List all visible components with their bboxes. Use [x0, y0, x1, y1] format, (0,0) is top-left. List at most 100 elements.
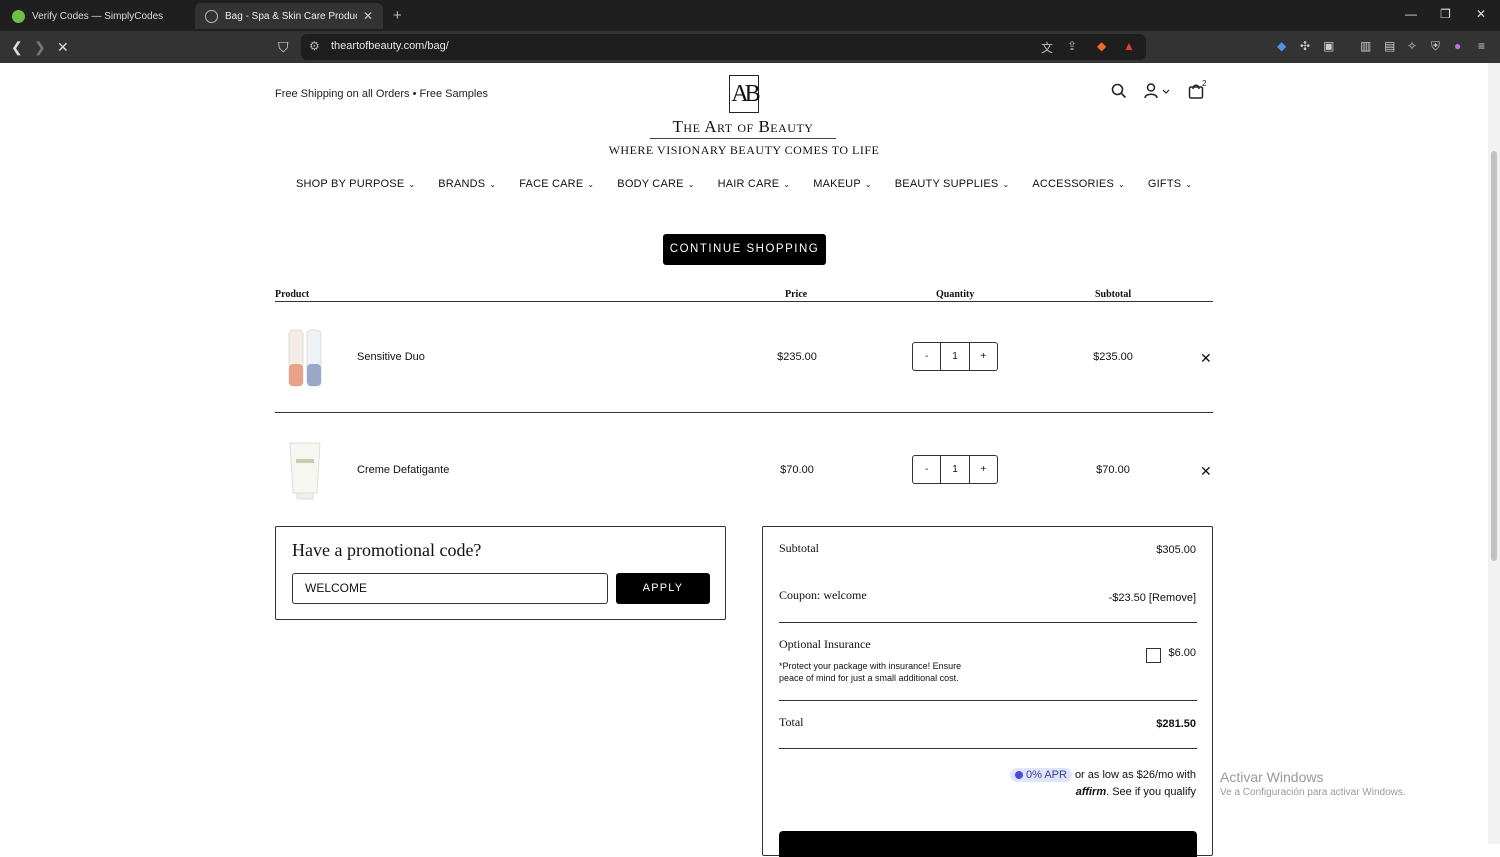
windows-activation-watermark: Activar Windows Ve a Configuración para …	[1220, 769, 1406, 798]
promo-code-input[interactable]: WELCOME	[292, 573, 608, 604]
remove-item-icon[interactable]: ✕	[1200, 463, 1212, 480]
main-nav: SHOP BY PURPOSE ⌄ BRANDS ⌄ FACE CARE ⌄ BODY…	[296, 178, 1215, 190]
product-name[interactable]: Creme Defatigante	[357, 464, 449, 476]
checkout-button[interactable]	[779, 831, 1197, 857]
insurance-checkbox[interactable]	[1146, 648, 1161, 663]
chevron-down-icon: ⌄	[1118, 180, 1125, 189]
remove-item-icon[interactable]: ✕	[1200, 350, 1212, 367]
nav-gifts[interactable]: GIFTS ⌄	[1148, 178, 1192, 190]
menu-icon[interactable]: ≡	[1478, 39, 1485, 53]
nav-body-care[interactable]: BODY CARE ⌄	[617, 178, 694, 190]
brave-rewards-icon[interactable]: ▲	[1123, 39, 1135, 53]
browser-toolbar: ❮ ❯ ✕ ⛉ ⚙ theartofbeauty.com/bag/ 文 ⇪ ◆ …	[0, 31, 1500, 63]
restore-icon[interactable]: ❐	[1440, 7, 1451, 21]
chevron-down-icon: ⌄	[408, 180, 416, 189]
nav-shop-by-purpose[interactable]: SHOP BY PURPOSE ⌄	[296, 178, 415, 190]
insurance-note: *Protect your package with insurance! En…	[779, 661, 962, 683]
tab-simplycodes[interactable]: Verify Codes — SimplyCodes	[2, 3, 192, 29]
new-tab-button[interactable]: +	[393, 7, 402, 24]
site-info-icon[interactable]: ⚙	[309, 39, 320, 53]
forward-icon[interactable]: ❯	[34, 39, 46, 56]
profile-icon[interactable]: ●	[1454, 39, 1461, 53]
subtotal-value: $305.00	[1156, 544, 1196, 556]
apr-badge-icon	[1014, 771, 1023, 779]
back-icon[interactable]: ❮	[11, 39, 23, 56]
product-name[interactable]: Sensitive Duo	[357, 351, 425, 363]
apply-button[interactable]: APPLY	[616, 573, 710, 604]
quantity-input[interactable]: 1	[940, 456, 970, 483]
search-icon[interactable]	[1111, 83, 1127, 104]
product-image-creme-defatigante[interactable]	[285, 441, 325, 501]
nav-makeup[interactable]: MAKEUP ⌄	[813, 178, 872, 190]
coupon-label: Coupon: welcome	[779, 588, 867, 602]
insurance-label: Optional Insurance	[779, 637, 871, 651]
product-subtotal: $70.00	[1096, 464, 1130, 476]
wallet-icon[interactable]: ▤	[1384, 39, 1395, 53]
decrease-quantity-button[interactable]: -	[913, 343, 940, 370]
column-quantity: Quantity	[936, 289, 975, 300]
brave-shield-icon[interactable]: ◆	[1097, 39, 1106, 53]
affirm-text: or as low as $26/mo with	[1074, 769, 1196, 781]
close-window-icon[interactable]: ✕	[1476, 7, 1486, 21]
translate-icon[interactable]: 文	[1041, 39, 1053, 56]
nav-beauty-supplies[interactable]: BEAUTY SUPPLIES ⌄	[895, 178, 1010, 190]
sidebar-icon[interactable]: ▥	[1360, 39, 1371, 53]
watermark-subtitle: Ve a Configuración para activar Windows.	[1220, 787, 1406, 798]
product-price: $70.00	[780, 464, 814, 476]
address-bar[interactable]: ⚙ theartofbeauty.com/bag/ 文 ⇪ ◆ ▲	[301, 34, 1146, 60]
chevron-down-icon: ⌄	[864, 180, 872, 189]
promo-title: Have a promotional code?	[292, 540, 482, 560]
reader-icon[interactable]: ▣	[1323, 39, 1334, 53]
nav-face-care[interactable]: FACE CARE ⌄	[519, 178, 594, 190]
cart-row: Sensitive Duo $235.00 - 1 + $235.00 ✕	[275, 301, 1213, 413]
logo-name[interactable]: The Art of Beauty	[650, 117, 836, 139]
nav-brands[interactable]: BRANDS ⌄	[438, 178, 496, 190]
tab-bag[interactable]: Bag - Spa & Skin Care Products | ✕	[195, 3, 383, 29]
share-icon[interactable]: ⇪	[1067, 39, 1077, 53]
quantity-input[interactable]: 1	[940, 343, 970, 370]
simplycodes-favicon-icon	[12, 9, 25, 23]
stop-loading-icon[interactable]: ✕	[57, 39, 69, 56]
chevron-down-icon: ⌄	[1002, 180, 1010, 189]
column-price: Price	[785, 289, 808, 300]
tab-label: Verify Codes — SimplyCodes	[32, 10, 164, 22]
promo-code-box: Have a promotional code? WELCOME APPLY	[275, 526, 726, 620]
page-scrollbar[interactable]	[1488, 63, 1500, 844]
nav-hair-care[interactable]: HAIR CARE ⌄	[718, 178, 791, 190]
minimize-icon[interactable]: —	[1405, 7, 1417, 21]
product-image-sensitive-duo[interactable]	[285, 328, 325, 388]
divider	[779, 622, 1197, 623]
quantity-stepper: - 1 +	[912, 455, 998, 484]
header-promo-text: Free Shipping on all Orders • Free Sampl…	[275, 88, 488, 100]
browser-tab-bar: Verify Codes — SimplyCodes Bag - Spa & S…	[0, 0, 1500, 31]
order-summary: Subtotal $305.00 Coupon: welcome -$23.50…	[762, 526, 1213, 857]
web-page: Free Shipping on all Orders • Free Sampl…	[0, 63, 1488, 857]
scrollbar-thumb[interactable]	[1491, 151, 1497, 561]
logo-mark[interactable]: AB	[729, 75, 761, 113]
tab-label: Bag - Spa & Skin Care Products |	[225, 10, 357, 22]
affirm-promo[interactable]: 0% APR or as low as $26/mo with affirm. S…	[1009, 767, 1196, 801]
column-product: Product	[275, 289, 310, 300]
decrease-quantity-button[interactable]: -	[913, 456, 940, 483]
increase-quantity-button[interactable]: +	[970, 343, 997, 370]
quantity-stepper: - 1 +	[912, 342, 998, 371]
coupon-value[interactable]: -$23.50 [Remove]	[1109, 592, 1196, 604]
extensions-icon[interactable]: ✣	[1300, 39, 1310, 53]
extension-shield-icon[interactable]: ◆	[1277, 39, 1286, 53]
watermark-title: Activar Windows	[1220, 769, 1324, 785]
url-text[interactable]: theartofbeauty.com/bag/	[331, 40, 449, 52]
increase-quantity-button[interactable]: +	[970, 456, 997, 483]
close-tab-icon[interactable]: ✕	[363, 9, 373, 23]
bookmark-icon[interactable]: ⛉	[278, 39, 289, 56]
affirm-qualify-link[interactable]: . See if you qualify	[1106, 786, 1196, 798]
total-label: Total	[779, 715, 804, 729]
nav-accessories[interactable]: ACCESSORIES ⌄	[1032, 178, 1125, 190]
leo-ai-icon[interactable]: ✧	[1407, 39, 1417, 53]
account-icon[interactable]	[1144, 83, 1172, 104]
continue-shopping-button[interactable]: CONTINUE SHOPPING	[663, 234, 826, 265]
product-price: $235.00	[777, 351, 817, 363]
apr-badge: 0% APR	[1009, 768, 1072, 782]
vpn-icon[interactable]: ⛨	[1431, 39, 1440, 54]
chevron-down-icon: ⌄	[783, 180, 791, 189]
subtotal-label: Subtotal	[779, 541, 820, 555]
